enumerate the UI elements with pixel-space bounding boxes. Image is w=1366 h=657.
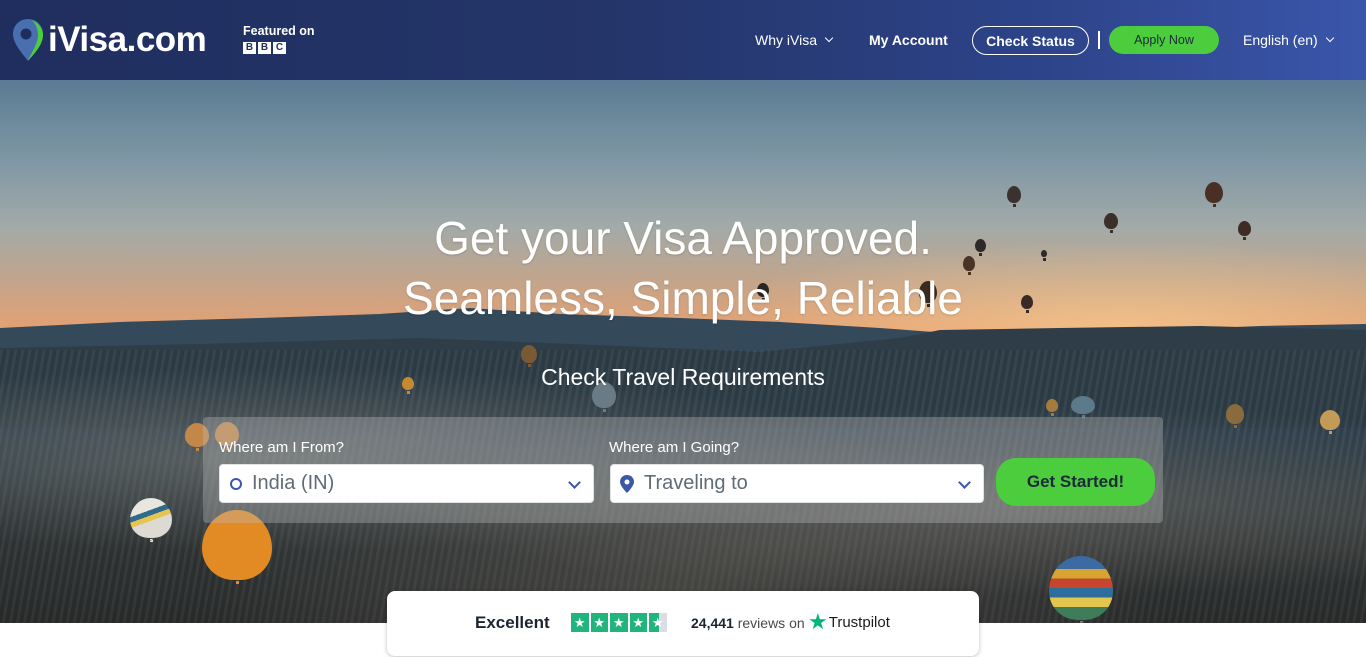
balloon-decoration [1049,556,1113,623]
destination-placeholder: Traveling to [644,472,748,494]
destination-select[interactable]: Traveling to [610,464,984,503]
language-label: English (en) [1243,32,1318,48]
star-icon: ★ [610,613,628,632]
review-count-number: 24,441 [691,615,734,631]
hero-subtitle: Check Travel Requirements [541,364,825,390]
nav-account-label: My Account [869,32,948,48]
bbc-logo: B B C [243,42,315,54]
balloon-decoration [1226,404,1244,428]
from-field-label: Where am I From? [219,439,345,456]
balloon-decoration [130,498,172,542]
trustpilot-brand: Trustpilot [828,613,890,631]
nav-why-ivisa[interactable]: Why iVisa [755,0,834,80]
star-icon: ★ [571,613,589,632]
featured-on-bbc: Featured on B B C [243,24,315,54]
balloon-decoration [1071,396,1095,418]
reviews-suffix: reviews on [737,615,805,631]
balloon-decoration [1205,182,1223,207]
logo-text: iVisa.com [48,20,207,59]
bbc-letter: C [273,42,286,54]
trust-rating-label: Excellent [475,613,550,632]
hero-section: Get your Visa Approved. Seamless, Simple… [0,80,1366,623]
chevron-down-icon [1325,33,1334,43]
nav-why-label: Why iVisa [755,32,817,48]
trustpilot-widget[interactable]: Excellent ★ ★ ★ ★ ★ 24,441 reviews on ★ … [387,591,979,656]
language-selector[interactable]: English (en) [1243,0,1334,80]
nationality-select[interactable]: India (IN) [219,464,594,503]
hero-headline-line1: Get your Visa Approved. [434,212,932,264]
location-pin-logo-icon [13,19,43,61]
trustpilot-star-icon: ★ [808,609,828,634]
visa-search-form: Where am I From? India (IN) Where am I G… [203,417,1163,523]
check-status-button[interactable]: Check Status [972,26,1089,55]
trustpilot-logo[interactable]: ★ Trustpilot [808,611,890,633]
balloon-decoration [521,345,537,367]
nationality-value: India (IN) [252,472,335,494]
half-star-icon: ★ [649,613,667,632]
trust-star-rating: ★ ★ ★ ★ ★ [571,613,667,632]
chevron-down-icon [568,476,581,489]
ivisa-logo[interactable]: iVisa.com [12,17,207,63]
hero-headline-line2: Seamless, Simple, Reliable [403,272,963,324]
bbc-letter: B [243,42,256,54]
balloon-decoration [1046,399,1058,416]
featured-label: Featured on [243,24,315,38]
hero-headline: Get your Visa Approved. Seamless, Simple… [0,208,1366,328]
balloon-decoration [1007,186,1021,207]
balloon-decoration [1320,410,1340,434]
origin-circle-icon [230,477,242,490]
star-icon: ★ [590,613,608,632]
chevron-down-icon [958,476,971,489]
apply-now-button[interactable]: Apply Now [1109,26,1219,54]
map-pin-icon [620,474,634,493]
top-navbar: iVisa.com Featured on B B C Why iVisa My… [0,0,1366,80]
star-icon: ★ [629,613,647,632]
get-started-button[interactable]: Get Started! [996,458,1155,506]
nav-divider [1098,31,1100,49]
nav-my-account[interactable]: My Account [869,0,948,80]
bbc-letter: B [258,42,271,54]
chevron-down-icon [824,33,834,43]
trust-review-count: 24,441 reviews on [691,615,805,631]
to-field-label: Where am I Going? [609,439,740,456]
